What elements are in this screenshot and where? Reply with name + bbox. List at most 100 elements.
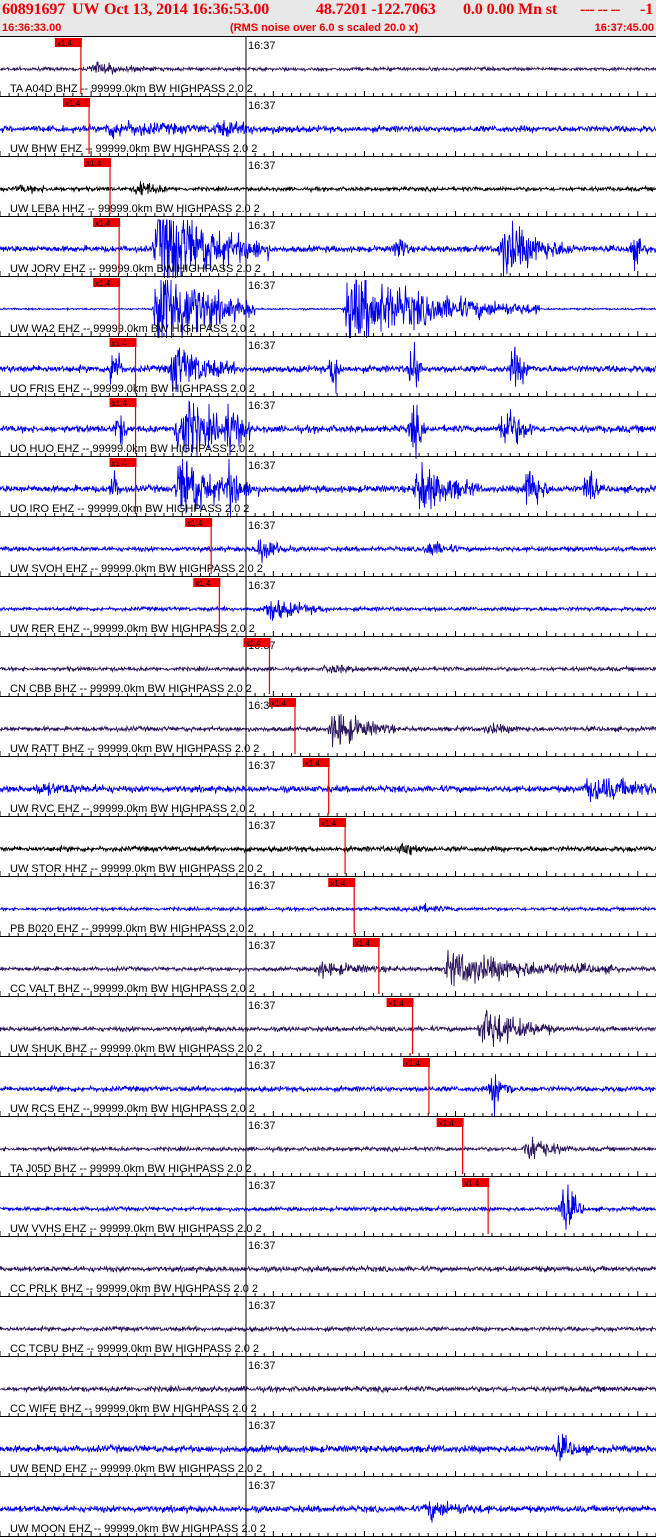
station-label: UW JORV EHZ -- 99999.0km BW HIGHPASS 2.0… [10, 263, 261, 275]
pick-label: x1.4 [86, 159, 102, 168]
pick-label: x1.4 [321, 819, 337, 828]
minute-tick-label: 16:37 [248, 580, 276, 592]
minute-tick-label: 16:37 [248, 940, 276, 952]
trace-panel: 16:37UW RATT BHZ -- 99999.0km BW HIGHPAS… [0, 696, 656, 756]
waveform-trace [0, 903, 656, 913]
pick-label: x1.4 [112, 339, 128, 348]
pick-label: x1.4 [355, 939, 371, 948]
minute-tick-label: 16:37 [248, 100, 276, 112]
trace-panel: 16:37 UW BEND EHZ -- 99999.0km BW HIGHPAS… [0, 1416, 656, 1476]
station-label: UW LEBA HHZ -- 99999.0km BW HIGHPASS 2.0… [10, 203, 260, 215]
station-label: UW VVHS EHZ -- 99999.0km BW HIGHPASS 2.0… [10, 1223, 262, 1235]
station-label: UW WA2 EHZ -- 99999.0km BW HIGHPASS 2.0 … [10, 323, 255, 335]
seismogram-plot: 16:37 TA A04D BHZ -- 99999.0km BW HIGHPAS… [0, 36, 656, 1538]
station-label: CC TCBU BHZ -- 99999.0km BW HIGHPASS 2.0… [10, 1343, 259, 1355]
event-trailing: --- -- -- [580, 1, 621, 18]
waveform-trace [0, 842, 656, 856]
station-label: UW RER EHZ -- 99999.0km BW HIGHPASS 2.0 … [10, 623, 255, 635]
pick-label: x1.4 [195, 579, 211, 588]
event-network: UW [72, 1, 100, 18]
waveform-trace [0, 1264, 656, 1274]
station-label: CC WIFE BHZ -- 99999.0km BW HIGHPASS 2.0… [10, 1403, 257, 1415]
trace-panel: 16:37 UW SVOH EHZ -- 99999.0km BW HIGHPAS… [0, 516, 656, 576]
trace-panel: 16:37 CC TCBU BHZ -- 99999.0km BW HIGHPAS… [0, 1296, 656, 1356]
pick-label: x1.4 [57, 39, 73, 48]
minute-tick-label: 16:37 [248, 1180, 276, 1192]
waveform-trace [0, 599, 656, 621]
minute-tick-label: 16:37 [248, 880, 276, 892]
trace-panel: 16:37CN CBB BHZ -- 99999.0km BW HIGHPASS… [0, 636, 656, 696]
event-summary-line: 60891697 UW Oct 13, 2014 16:36:53.00 48.… [0, 0, 656, 20]
end-time: 16:37:45.00 [594, 22, 654, 34]
minute-tick-label: 16:37 [248, 1060, 276, 1072]
waveform-trace [0, 664, 656, 674]
trace-panel: 16:37 UW BHW EHZ -- 99999.0km BW HIGHPASS… [0, 96, 656, 156]
trace-panel: 16:37 TA J05D BHZ -- 99999.0km BW HIGHPAS… [0, 1116, 656, 1176]
pick-label: x1.4 [95, 219, 111, 228]
trace-panel: 16:37 UW LEBA HHZ -- 99999.0km BW HIGHPAS… [0, 156, 656, 216]
trace-panel: 16:37 UW SHUK BHZ -- 99999.0km BW HIGHPAS… [0, 996, 656, 1056]
minute-tick-label: 16:37 [248, 1120, 276, 1132]
minute-tick-label: 16:37 [248, 820, 276, 832]
station-label: UW SHUK BHZ -- 99999.0km BW HIGHPASS 2.0… [10, 1043, 262, 1055]
event-depth-magnitude: 0.0 0.00 Mn st [463, 1, 558, 18]
trace-panel: 16:37 PB B020 EHZ -- 99999.0km BW HIGHPAS… [0, 876, 656, 936]
pick-label: x1.4 [389, 999, 405, 1008]
waveform-trace [0, 181, 656, 196]
pick-label: x1.4 [65, 99, 81, 108]
station-label: CN CBB BHZ -- 99999.0km BW HIGHPASS 2.0 … [10, 683, 252, 695]
seismogram-svg: 16:37 TA A04D BHZ -- 99999.0km BW HIGHPAS… [0, 36, 656, 1537]
minute-tick-label: 16:37 [248, 520, 276, 532]
trace-panel: 16:37 TA A04D BHZ -- 99999.0km BW HIGHPAS… [0, 36, 656, 96]
station-label: UO IRO EHZ -- 99999.0km BW HIGHPASS 2.0 … [10, 503, 249, 515]
waveform-trace [0, 1136, 656, 1160]
waveform-trace [0, 1009, 656, 1047]
minute-tick-label: 16:37 [248, 1300, 276, 1312]
minute-tick-label: 16:37 [248, 1420, 276, 1432]
station-label: PB B020 EHZ -- 99999.0km BW HIGHPASS 2.0… [10, 923, 254, 935]
pick-label: x1.4 [112, 399, 128, 408]
minute-tick-label: 16:37 [248, 760, 276, 772]
pick-label: x1.4 [187, 519, 203, 528]
time-range-bar: 16:36:33.00 (RMS noise over 6.0 s scaled… [0, 21, 656, 35]
station-label: UW BEND EHZ -- 99999.0km BW HIGHPASS 2.0… [10, 1463, 262, 1475]
station-label: TA A04D BHZ -- 99999.0km BW HIGHPASS 2.0… [10, 83, 253, 95]
station-label: UW SVOH EHZ -- 99999.0km BW HIGHPASS 2.0… [10, 563, 263, 575]
minute-tick-label: 16:37 [248, 1000, 276, 1012]
trace-panel: 16:37 UW WA2 EHZ -- 99999.0km BW HIGHPASS… [0, 276, 656, 339]
minute-tick-label: 16:37 [248, 220, 276, 232]
trace-panel: 16:37 CC WIFE BHZ -- 99999.0km BW HIGHPAS… [0, 1356, 656, 1416]
trace-panel: 16:37 UW MOON EHZ -- 99999.0km BW HIGHPAS… [0, 1476, 656, 1536]
minute-tick-label: 16:37 [248, 160, 276, 172]
waveform-trace [0, 949, 656, 987]
minute-tick-label: 16:37 [248, 1240, 276, 1252]
trace-panel: 16:37 CC VALT BHZ -- 99999.0km BW HIGHPAS… [0, 936, 656, 996]
trace-panel: 16:37 UW RVC EHZ -- 99999.0km BW HIGHPASS… [0, 756, 656, 816]
trace-panel: 16:37 UW RCS EHZ -- 99999.0km BW HIGHPASS… [0, 1056, 656, 1118]
event-datetime: Oct 13, 2014 16:36:53.00 [104, 1, 270, 18]
waveform-trace [0, 120, 656, 139]
station-label: UW RVC EHZ -- 99999.0km BW HIGHPASS 2.0 … [10, 803, 255, 815]
trace-panel: 16:37 UO IRO EHZ -- 99999.0km BW HIGHPASS… [0, 456, 656, 518]
waveform-trace [0, 61, 656, 75]
trace-panel: 16:37 UW JORV EHZ -- 99999.0km BW HIGHPAS… [0, 216, 656, 279]
station-label: UW MOON EHZ -- 99999.0km BW HIGHPASS 2.0… [10, 1523, 266, 1535]
trace-panel: 16:37 UO FRIS EHZ -- 99999.0km BW HIGHPAS… [0, 336, 656, 396]
waveform-trace [0, 777, 656, 803]
minute-tick-label: 16:37 [248, 400, 276, 412]
start-time: 16:36:33.00 [2, 22, 62, 34]
waveform-trace [0, 539, 656, 564]
trace-panel: 16:37 UW STOR HHZ -- 99999.0km BW HIGHPAS… [0, 816, 656, 876]
station-label: TA J05D BHZ -- 99999.0km BW HIGHPASS 2.0… [10, 1163, 252, 1175]
minute-tick-label: 16:37 [248, 1360, 276, 1372]
station-label: UW STOR HHZ -- 99999.0km BW HIGHPASS 2.0… [10, 863, 263, 875]
minute-tick-label: 16:37 [248, 40, 276, 52]
minute-tick-label: 16:37 [248, 460, 276, 472]
station-label: UW RATT BHZ -- 99999.0km BW HIGHPASS 2.0… [10, 743, 259, 755]
waveform-trace [0, 1324, 656, 1334]
pick-label: x1.4 [405, 1059, 421, 1068]
pick-label: x1.4 [305, 759, 321, 768]
trace-panel: 16:37 UW VVHS EHZ -- 99999.0km BW HIGHPAS… [0, 1176, 656, 1236]
trace-panel: 16:37 CC PRLK BHZ -- 99999.0km BW HIGHPAS… [0, 1236, 656, 1296]
waveform-trace [0, 1433, 656, 1462]
